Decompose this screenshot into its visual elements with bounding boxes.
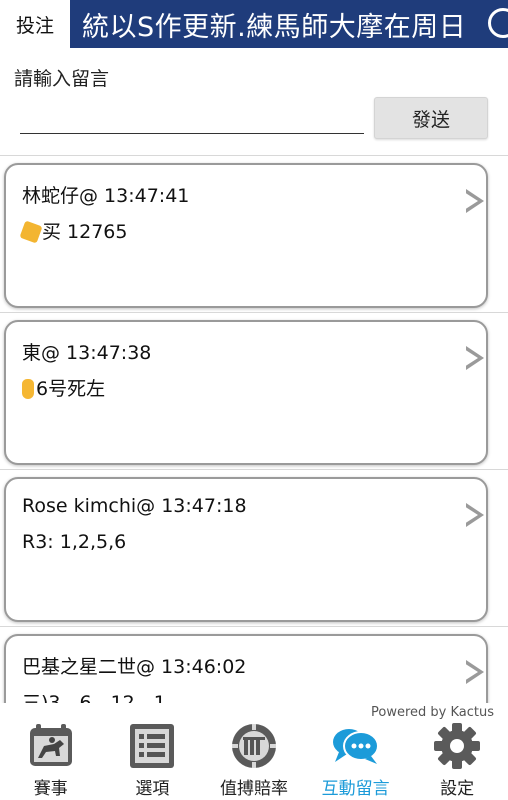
message-body: 6号死左: [22, 374, 105, 401]
message-body: 买 12765: [19, 217, 128, 244]
ticker-text: 統以S作更新.練馬師大摩在周日: [82, 11, 467, 43]
list-icon: [127, 722, 177, 770]
message-text: 6号死左: [36, 378, 106, 400]
message-header: Rose kimchi@ 13:47:18: [22, 495, 247, 517]
bottom-nav: 賽事 選項 值搏賠率 互動留言 設定: [0, 722, 508, 800]
nav-label: 選項: [135, 779, 170, 799]
pointing-hand-icon: [22, 379, 34, 399]
nav-label: 設定: [440, 779, 475, 799]
send-button[interactable]: 發送: [374, 97, 488, 139]
message-item: Rose kimchi@ 13:47:18 R3: 1,2,5,6: [0, 469, 508, 626]
message-text: 买 12765: [42, 221, 128, 243]
nav-label: 互動留言: [321, 779, 390, 799]
nav-item-chat[interactable]: 互動留言: [305, 722, 407, 800]
race-horse-icon: [26, 722, 76, 770]
audio-icon: [488, 8, 508, 38]
nav-item-odds[interactable]: 值搏賠率: [203, 722, 305, 800]
powered-by: Powered by Kactus: [371, 705, 494, 720]
nav-label: 值搏賠率: [219, 779, 288, 799]
message-item: 巴基之星二世@ 13:46:02 三)3，6，12，1: [0, 626, 508, 703]
chip-icon: [229, 722, 279, 770]
mahjong-icon: [19, 220, 43, 244]
message-header: 林蛇仔@ 13:47:41: [22, 185, 190, 207]
message-body: R3: 1,2,5,6: [22, 531, 127, 553]
news-ticker: 統以S作更新.練馬師大摩在周日: [70, 0, 508, 48]
nav-label: 賽事: [33, 779, 68, 799]
nav-item-races[interactable]: 賽事: [0, 722, 102, 800]
nav-item-options[interactable]: 選項: [102, 722, 204, 800]
nav-item-settings[interactable]: 設定: [406, 722, 508, 800]
message-header: 東@ 13:47:38: [22, 342, 152, 364]
chat-bubbles-icon: [331, 722, 381, 770]
bet-tab[interactable]: 投注: [0, 0, 70, 48]
gear-icon: [432, 722, 482, 770]
message-list[interactable]: 林蛇仔@ 13:47:41 买 12765 東@ 13:47:38 6号死左 R…: [0, 155, 508, 703]
message-body: 三)3，6，12，1: [22, 692, 166, 703]
top-bar: 投注 統以S作更新.練馬師大摩在周日: [0, 0, 508, 48]
message-item: 林蛇仔@ 13:47:41 买 12765: [0, 155, 508, 312]
comment-prompt: 請輸入留言: [14, 68, 110, 90]
comment-input[interactable]: [20, 104, 364, 134]
message-item: 東@ 13:47:38 6号死左: [0, 312, 508, 469]
message-header: 巴基之星二世@ 13:46:02: [22, 656, 247, 678]
